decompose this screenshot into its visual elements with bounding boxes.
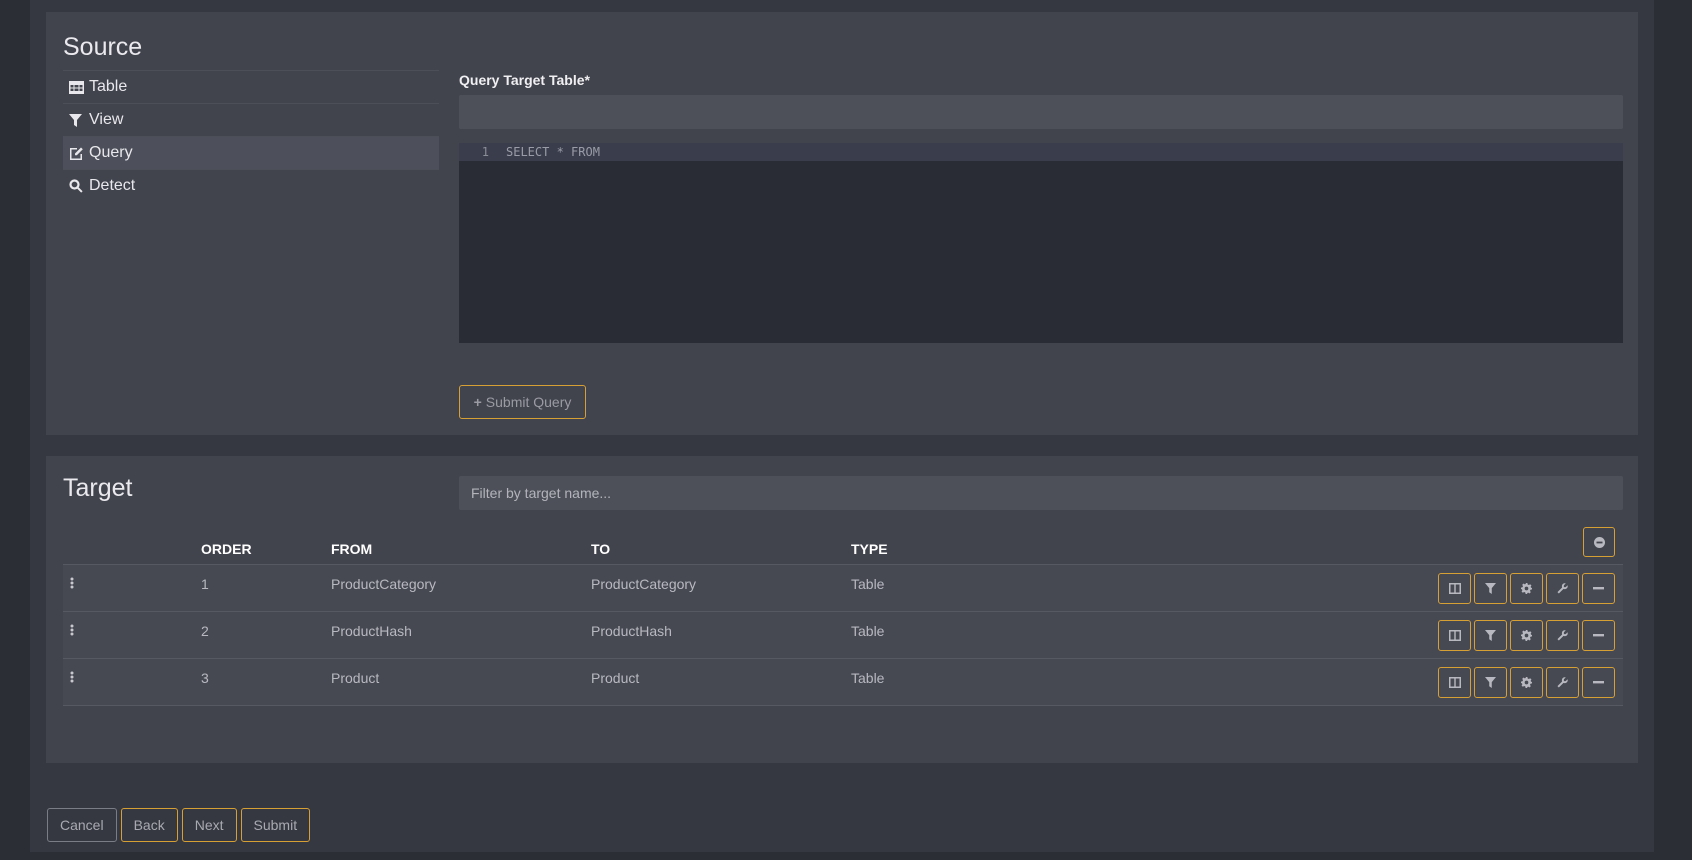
edit-icon <box>69 146 87 160</box>
columns-icon <box>1448 677 1461 688</box>
line-number: 1 <box>481 145 489 159</box>
wizard-footer: Cancel Back Next Submit <box>47 808 311 842</box>
row-actions <box>1438 620 1615 651</box>
minus-icon <box>1593 634 1604 637</box>
plus-icon: + <box>473 394 482 410</box>
columns-button[interactable] <box>1438 573 1471 604</box>
header-to: TO <box>591 541 611 557</box>
table-row[interactable]: 2 ProductHash ProductHash Table <box>63 612 1623 659</box>
filter-icon <box>1485 677 1496 688</box>
search-icon <box>69 179 87 193</box>
cell-to: ProductHash <box>591 623 672 639</box>
cell-to: ProductCategory <box>591 576 697 592</box>
row-actions <box>1438 667 1615 698</box>
table-row[interactable]: 3 Product Product Table <box>63 659 1623 706</box>
source-item-label: View <box>89 111 124 128</box>
submit-button[interactable]: Submit <box>240 808 311 842</box>
cell-order: 3 <box>201 670 209 686</box>
target-table: ORDER FROM TO TYPE 1 ProductCategory Pro… <box>63 527 1623 706</box>
gear-icon <box>1521 583 1532 594</box>
wrench-icon <box>1557 583 1568 594</box>
cancel-button[interactable]: Cancel <box>47 808 117 842</box>
cell-from: ProductHash <box>331 623 412 639</box>
submit-query-label: Submit Query <box>485 394 572 410</box>
remove-all-button[interactable] <box>1583 527 1615 557</box>
minus-icon <box>1593 681 1604 684</box>
sql-editor[interactable]: 1 SELECT * FROM <box>459 143 1623 343</box>
tools-button[interactable] <box>1546 667 1579 698</box>
drag-handle-icon[interactable] <box>70 624 74 636</box>
settings-button[interactable] <box>1510 620 1543 651</box>
filter-icon <box>69 113 87 127</box>
remove-row-button[interactable] <box>1582 620 1615 651</box>
minus-icon <box>1593 587 1604 590</box>
editor-line: 1 SELECT * FROM <box>459 143 1623 161</box>
columns-icon <box>1448 583 1461 594</box>
table-icon <box>69 80 87 94</box>
cell-from: Product <box>331 670 380 686</box>
filter-button[interactable] <box>1474 620 1507 651</box>
remove-row-button[interactable] <box>1582 667 1615 698</box>
filter-button[interactable] <box>1474 667 1507 698</box>
source-item-view[interactable]: View <box>63 103 439 136</box>
header-from: FROM <box>331 541 373 557</box>
header-type: TYPE <box>851 541 888 557</box>
filter-icon <box>1485 630 1496 641</box>
cell-from: ProductCategory <box>331 576 437 592</box>
tools-button[interactable] <box>1546 620 1579 651</box>
submit-query-button[interactable]: + Submit Query <box>459 385 586 419</box>
source-title: Source <box>63 33 143 61</box>
wrench-icon <box>1557 677 1568 688</box>
next-button[interactable]: Next <box>181 808 237 842</box>
cell-to: Product <box>591 670 640 686</box>
wrench-icon <box>1557 630 1568 641</box>
source-item-table[interactable]: Table <box>63 70 439 103</box>
table-row[interactable]: 1 ProductCategory ProductCategory Table <box>63 565 1623 612</box>
row-actions <box>1438 573 1615 604</box>
source-item-label: Query <box>89 144 133 161</box>
source-item-label: Detect <box>89 177 136 194</box>
cell-type: Table <box>851 670 885 686</box>
columns-button[interactable] <box>1438 667 1471 698</box>
filter-icon <box>1485 583 1496 594</box>
cell-order: 2 <box>201 623 209 639</box>
drag-handle-icon[interactable] <box>70 577 74 589</box>
target-title: Target <box>63 474 133 502</box>
gear-icon <box>1521 677 1532 688</box>
source-type-list: Table View Query Detect <box>63 70 439 202</box>
tools-button[interactable] <box>1546 573 1579 604</box>
source-panel: Source Table View Query Detect Query Tar… <box>46 12 1638 435</box>
drag-handle-icon[interactable] <box>70 671 74 683</box>
query-target-input[interactable] <box>459 95 1623 129</box>
back-button[interactable]: Back <box>120 808 178 842</box>
minus-circle-icon <box>1593 536 1605 548</box>
cell-type: Table <box>851 623 885 639</box>
target-panel: Target ORDER FROM TO TYPE 1 ProductCateg… <box>46 456 1638 763</box>
columns-button[interactable] <box>1438 620 1471 651</box>
wizard-frame: Source Table View Query Detect Query Tar… <box>30 0 1654 852</box>
remove-row-button[interactable] <box>1582 573 1615 604</box>
settings-button[interactable] <box>1510 667 1543 698</box>
table-header: ORDER FROM TO TYPE <box>63 527 1623 565</box>
source-item-detect[interactable]: Detect <box>63 169 439 202</box>
source-item-query[interactable]: Query <box>63 136 439 169</box>
cell-type: Table <box>851 576 885 592</box>
source-item-label: Table <box>89 78 128 95</box>
target-filter-input[interactable] <box>459 476 1623 510</box>
gear-icon <box>1521 630 1532 641</box>
filter-button[interactable] <box>1474 573 1507 604</box>
sql-code: SELECT * FROM <box>506 145 600 159</box>
cell-order: 1 <box>201 576 209 592</box>
settings-button[interactable] <box>1510 573 1543 604</box>
columns-icon <box>1448 630 1461 641</box>
query-target-label: Query Target Table* <box>459 72 590 88</box>
header-order: ORDER <box>201 541 252 557</box>
